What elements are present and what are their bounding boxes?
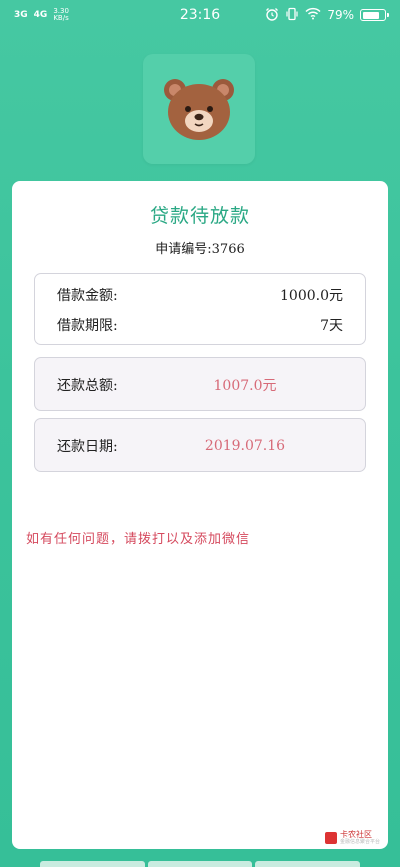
repayment-date-label: 还款日期: — [57, 439, 118, 455]
loan-info-panel: 借款金额: 1000.0元 借款期限: 7天 — [34, 273, 366, 345]
repayment-total-panel: 还款总额: 1007.0元 — [34, 357, 366, 411]
status-bar: 3G 4G 3.30 KB/s 23:16 79% — [0, 0, 400, 30]
watermark-logo-icon — [324, 831, 337, 844]
signal-3g: 3G — [14, 10, 28, 20]
watermark-text: 卡农社区 — [339, 830, 372, 839]
bottom-tab-edge — [255, 861, 361, 867]
repayment-date-panel: 还款日期: 2019.07.16 — [34, 418, 366, 472]
application-number: 申请编号:3766 — [155, 242, 245, 257]
repayment-date-value: 2019.07.16 — [204, 438, 286, 454]
battery-icon — [360, 9, 389, 21]
watermark: 卡农社区 金融信息聚合平台 — [324, 830, 380, 845]
watermark-subtext: 金融信息聚合平台 — [339, 839, 380, 845]
repayment-total-label: 还款总额: — [57, 378, 118, 394]
repayment-total-row: 还款总额: 1007.0元 — [57, 375, 343, 395]
vibrate-icon — [285, 7, 299, 24]
loan-term-row: 借款期限: 7天 — [57, 315, 343, 335]
redacted-contact — [268, 505, 378, 580]
loan-amount-label: 借款金额: — [57, 288, 118, 304]
bottom-tab-edges — [0, 861, 400, 867]
app-logo — [143, 54, 255, 164]
bottom-tab-edge — [147, 861, 253, 867]
network-speed: 3.30 KB/s — [53, 8, 69, 22]
signal-4g: 4G — [33, 10, 48, 20]
loan-term-label: 借款期限: — [57, 318, 118, 334]
loan-amount-value: 1000.0元 — [280, 288, 343, 304]
status-left: 3G 4G 3.30 KB/s — [14, 8, 69, 22]
battery-percent: 79% — [327, 8, 354, 22]
bottom-tab-edge — [40, 861, 145, 867]
loan-term-value: 7天 — [320, 318, 343, 334]
repayment-total-value: 1007.0元 — [213, 378, 277, 394]
bear-icon — [164, 79, 234, 140]
wifi-icon — [305, 7, 321, 23]
status-right: 79% — [265, 7, 389, 24]
battery-level — [362, 11, 380, 19]
page-title: 贷款待放款 — [149, 205, 250, 227]
loan-amount-row: 借款金额: 1000.0元 — [57, 285, 343, 305]
repayment-date-row: 还款日期: 2019.07.16 — [57, 436, 343, 456]
network-speed-unit: KB/s — [53, 14, 69, 22]
watermark-text-group: 卡农社区 金融信息聚合平台 — [340, 830, 380, 845]
alarm-icon — [265, 7, 279, 24]
contact-notice: 如有任何问题，请拨打以及添加微信 — [26, 532, 251, 547]
